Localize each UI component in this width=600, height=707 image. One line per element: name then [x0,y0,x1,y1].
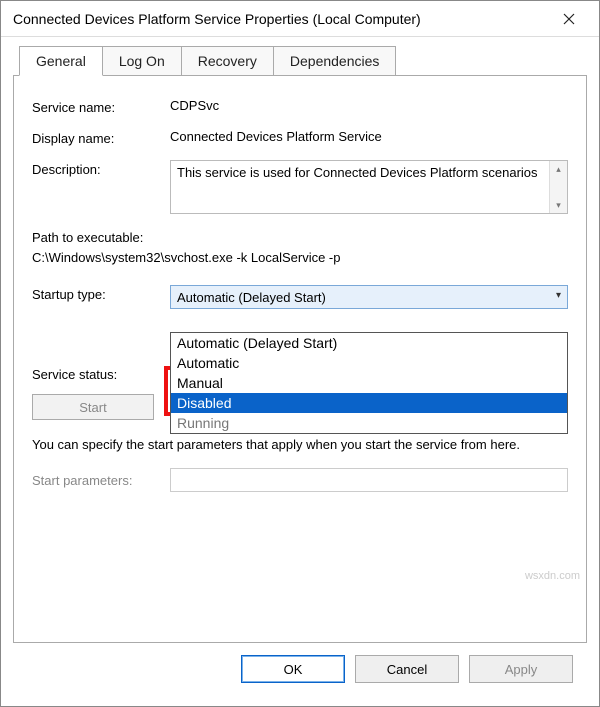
option-manual[interactable]: Manual [171,373,567,393]
chevron-down-icon: ▾ [556,290,561,301]
startup-type-dropdown[interactable]: Automatic (Delayed Start) Automatic Manu… [170,332,568,434]
help-text: You can specify the start parameters tha… [32,436,568,454]
window-title: Connected Devices Platform Service Prope… [13,11,547,27]
service-status-label: Service status: [32,367,170,382]
display-name-label: Display name: [32,129,170,146]
start-parameters-input [170,468,568,492]
service-name-value: CDPSvc [170,98,568,113]
startup-type-select[interactable]: Automatic (Delayed Start) ▾ [170,285,568,309]
status-under-dropdown: Running [171,413,567,433]
description-text: This service is used for Connected Devic… [177,165,538,180]
apply-button: Apply [469,655,573,683]
description-label: Description: [32,160,170,177]
title-bar: Connected Devices Platform Service Prope… [1,1,599,37]
close-button[interactable] [547,4,591,34]
scroll-down-icon[interactable]: ▾ [550,197,567,213]
path-label: Path to executable: [32,228,568,248]
service-name-label: Service name: [32,98,170,115]
watermark: wsxdn.com [525,570,580,582]
option-disabled[interactable]: Disabled [171,393,567,413]
description-box: This service is used for Connected Devic… [170,160,568,214]
option-auto-delayed[interactable]: Automatic (Delayed Start) [171,333,567,353]
tab-recovery[interactable]: Recovery [182,46,274,76]
description-scrollbar[interactable]: ▴ ▾ [549,161,567,213]
start-parameters-label: Start parameters: [32,473,160,488]
startup-type-label: Startup type: [32,285,170,302]
tab-panel-general: Service name: CDPSvc Display name: Conne… [13,75,587,643]
path-value: C:\Windows\system32\svchost.exe -k Local… [32,248,568,268]
start-button: Start [32,394,154,420]
tab-dependencies[interactable]: Dependencies [274,46,397,76]
tab-general[interactable]: General [19,46,103,76]
cancel-button[interactable]: Cancel [355,655,459,683]
tab-strip: General Log On Recovery Dependencies [19,45,587,75]
dialog-footer: OK Cancel Apply [13,643,587,683]
scroll-up-icon[interactable]: ▴ [550,161,567,177]
ok-button[interactable]: OK [241,655,345,683]
display-name-value: Connected Devices Platform Service [170,129,568,144]
tab-logon[interactable]: Log On [103,46,182,76]
startup-type-selected: Automatic (Delayed Start) [177,290,326,305]
option-automatic[interactable]: Automatic [171,353,567,373]
close-icon [563,13,575,25]
